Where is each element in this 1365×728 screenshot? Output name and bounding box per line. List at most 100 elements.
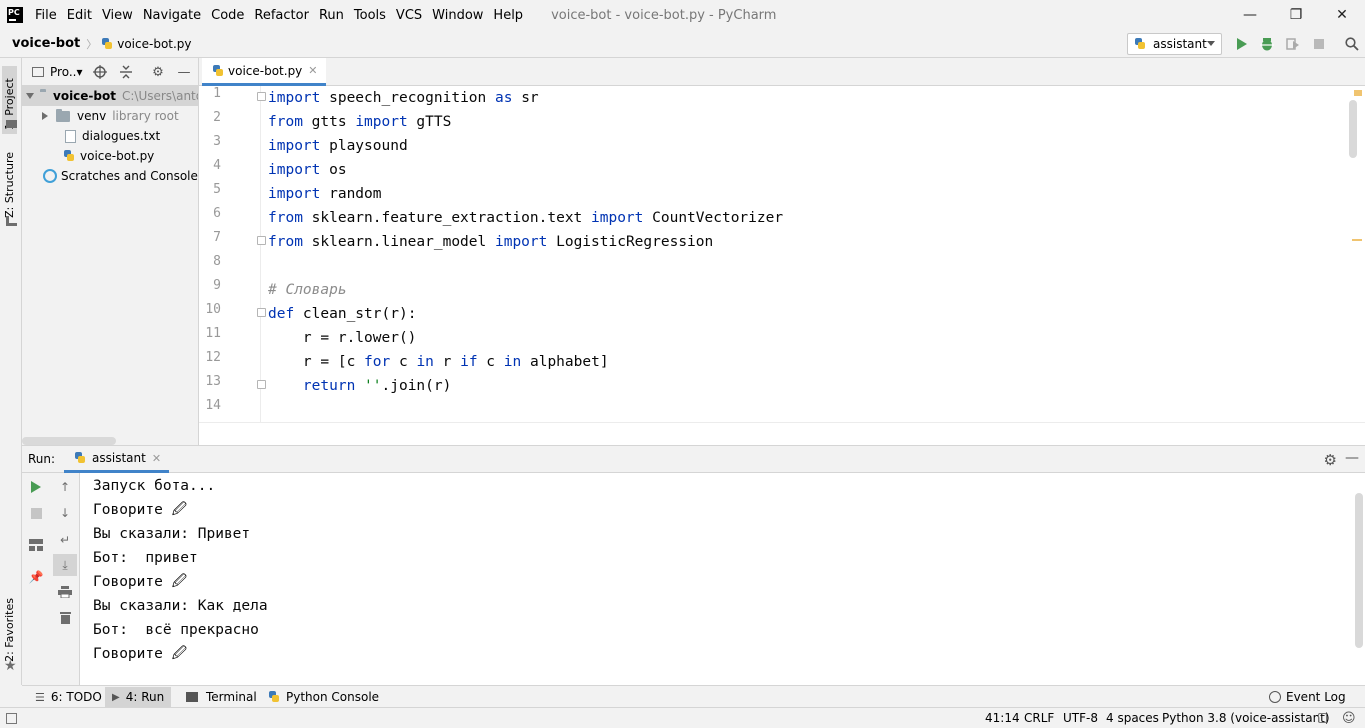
caret-position[interactable]: 41:14 — [985, 711, 1020, 725]
gear-icon[interactable]: ⚙ — [1324, 451, 1337, 469]
code-string: '' — [364, 378, 382, 394]
run-tool-tab[interactable]: ▶ 4: Run — [105, 687, 172, 707]
code-line: from gtts import gTTS — [268, 110, 451, 134]
menu-file[interactable]: File — [35, 8, 57, 23]
python-console-tab[interactable]: Python Console — [261, 687, 386, 707]
vertical-scrollbar[interactable] — [1355, 493, 1363, 648]
arrow-down-icon[interactable]: ↓ — [57, 505, 73, 521]
tree-item-scratches[interactable]: Scratches and Consoles — [43, 166, 199, 186]
search-icon[interactable] — [1344, 36, 1360, 52]
breadcrumb-file[interactable]: voice-bot.py — [117, 37, 191, 51]
run-icon[interactable] — [1234, 36, 1250, 52]
toggle-tool-windows-icon[interactable] — [6, 713, 17, 724]
pin-tab-icon[interactable]: 📌 — [28, 569, 44, 585]
line-number-gutter: 1 2 3 4 5 6 7 8 9 10 11 12 13 14 — [199, 86, 266, 422]
menu-vcs[interactable]: VCS — [396, 8, 422, 23]
navigation-bar: voice-bot 〉 voice-bot.py assistant — [0, 30, 1365, 58]
horizontal-scrollbar[interactable] — [22, 437, 116, 445]
line-number: 8 — [213, 254, 221, 269]
close-window-button[interactable]: ✕ — [1319, 0, 1365, 30]
star-icon: ★ — [4, 658, 17, 674]
menu-window[interactable]: Window — [432, 8, 483, 23]
indent-setting[interactable]: 4 spaces — [1106, 711, 1159, 725]
favorites-tool-tab[interactable]: 2: Favorites — [3, 598, 16, 662]
event-log-tab[interactable]: Event Log — [1262, 687, 1353, 707]
debug-icon[interactable] — [1259, 36, 1275, 52]
editor-tab-label: voice-bot.py — [228, 63, 303, 78]
run-configuration-select[interactable]: assistant — [1127, 33, 1222, 55]
title-bar: PC File Edit View Navigate Code Refactor… — [0, 0, 1365, 30]
scroll-to-end-icon[interactable]: ⤓ — [53, 554, 77, 576]
breadcrumb-project[interactable]: voice-bot — [12, 36, 80, 51]
status-bar: 41:14 CRLF UTF-8 4 spaces Python 3.8 (vo… — [0, 707, 1365, 728]
locate-file-icon[interactable] — [92, 64, 108, 80]
todo-tab-label: 6: TODO — [50, 690, 102, 704]
menu-refactor[interactable]: Refactor — [254, 8, 309, 23]
terminal-tab[interactable]: Terminal — [179, 687, 264, 707]
code-line: return ''.join(r) — [268, 374, 451, 398]
collapse-all-icon[interactable] — [118, 64, 134, 80]
arrow-up-icon[interactable]: ↑ — [57, 479, 73, 495]
fold-marker-icon[interactable] — [257, 380, 266, 389]
code-keyword: if — [460, 354, 478, 370]
hide-panel-icon[interactable]: — — [1345, 450, 1359, 466]
restore-button[interactable]: ❐ — [1273, 0, 1319, 30]
trash-icon[interactable] — [57, 609, 73, 625]
menu-tools[interactable]: Tools — [354, 8, 386, 23]
rerun-icon[interactable] — [28, 479, 44, 495]
vertical-scrollbar[interactable] — [1349, 100, 1357, 158]
project-view-select[interactable]: Pro..▾ — [50, 65, 82, 79]
warning-marker-icon[interactable] — [1354, 90, 1362, 96]
fold-marker-icon[interactable] — [257, 236, 266, 245]
menu-code[interactable]: Code — [211, 8, 244, 23]
menu-bar: File Edit View Navigate Code Refactor Ru… — [35, 8, 533, 23]
run-with-coverage-icon[interactable] — [1285, 36, 1301, 52]
editor-tab-voice-bot[interactable]: voice-bot.py ✕ — [202, 58, 326, 86]
menu-navigate[interactable]: Navigate — [143, 8, 201, 23]
menu-help[interactable]: Help — [493, 8, 523, 23]
breadcrumb-separator-icon: 〉 — [86, 37, 98, 51]
gear-icon[interactable]: ⚙ — [150, 64, 166, 80]
fold-marker-icon[interactable] — [257, 92, 266, 101]
console-line: Говорите 🖉 — [93, 502, 188, 518]
soft-wrap-icon[interactable]: ↵ — [57, 532, 73, 548]
line-number: 2 — [213, 110, 221, 125]
tree-item-label: Scratches and Consoles — [61, 169, 199, 183]
menu-edit[interactable]: Edit — [67, 8, 92, 23]
menu-run[interactable]: Run — [319, 8, 344, 23]
python-console-icon — [268, 691, 280, 703]
stop-icon[interactable] — [28, 505, 44, 521]
stop-icon[interactable] — [1311, 36, 1327, 52]
code-line: import speech_recognition as sr — [268, 86, 539, 110]
terminal-tab-label: Terminal — [206, 690, 257, 704]
lock-icon[interactable] — [1318, 713, 1327, 723]
close-tab-icon[interactable]: ✕ — [152, 452, 161, 465]
run-console-output[interactable]: Запуск бота... Говорите 🖉 Вы сказали: Пр… — [80, 473, 1365, 685]
tree-item-label: dialogues.txt — [82, 129, 161, 143]
hide-panel-icon[interactable]: — — [176, 64, 192, 80]
structure-tool-tab[interactable]: Z: Structure — [3, 152, 16, 218]
menu-view[interactable]: View — [102, 8, 133, 23]
file-encoding[interactable]: UTF-8 — [1063, 711, 1098, 725]
code-line: r = r.lower() — [268, 326, 417, 350]
code-token: gtts — [302, 114, 356, 130]
fold-marker-icon[interactable] — [257, 308, 266, 317]
inspector-icon[interactable]: ☺ — [1342, 711, 1356, 726]
run-tab-assistant[interactable]: assistant ✕ — [64, 446, 170, 473]
code-token: r — [433, 354, 461, 370]
code-keyword: from — [268, 114, 303, 130]
project-panel: Pro..▾ ⚙ — voice-bot C:\Users\anton venv… — [22, 58, 199, 445]
tree-item-venv[interactable]: venv library root — [42, 106, 179, 126]
editor-tab-bar: voice-bot.py ✕ — [199, 58, 1365, 86]
line-separator[interactable]: CRLF — [1024, 711, 1054, 725]
restore-layout-icon[interactable] — [28, 537, 44, 553]
warning-stripe-marker[interactable] — [1352, 239, 1362, 241]
minimize-button[interactable]: — — [1227, 0, 1273, 30]
close-tab-icon[interactable]: ✕ — [308, 64, 317, 77]
tree-item-voice-bot-py[interactable]: voice-bot.py — [63, 146, 154, 166]
print-icon[interactable] — [57, 584, 73, 600]
todo-tab[interactable]: ☰ 6: TODO — [28, 687, 109, 707]
tree-root-voice-bot[interactable]: voice-bot C:\Users\anton — [22, 86, 198, 106]
python-interpreter[interactable]: Python 3.8 (voice-assistant) — [1162, 711, 1330, 725]
tree-item-dialogues[interactable]: dialogues.txt — [63, 126, 160, 146]
